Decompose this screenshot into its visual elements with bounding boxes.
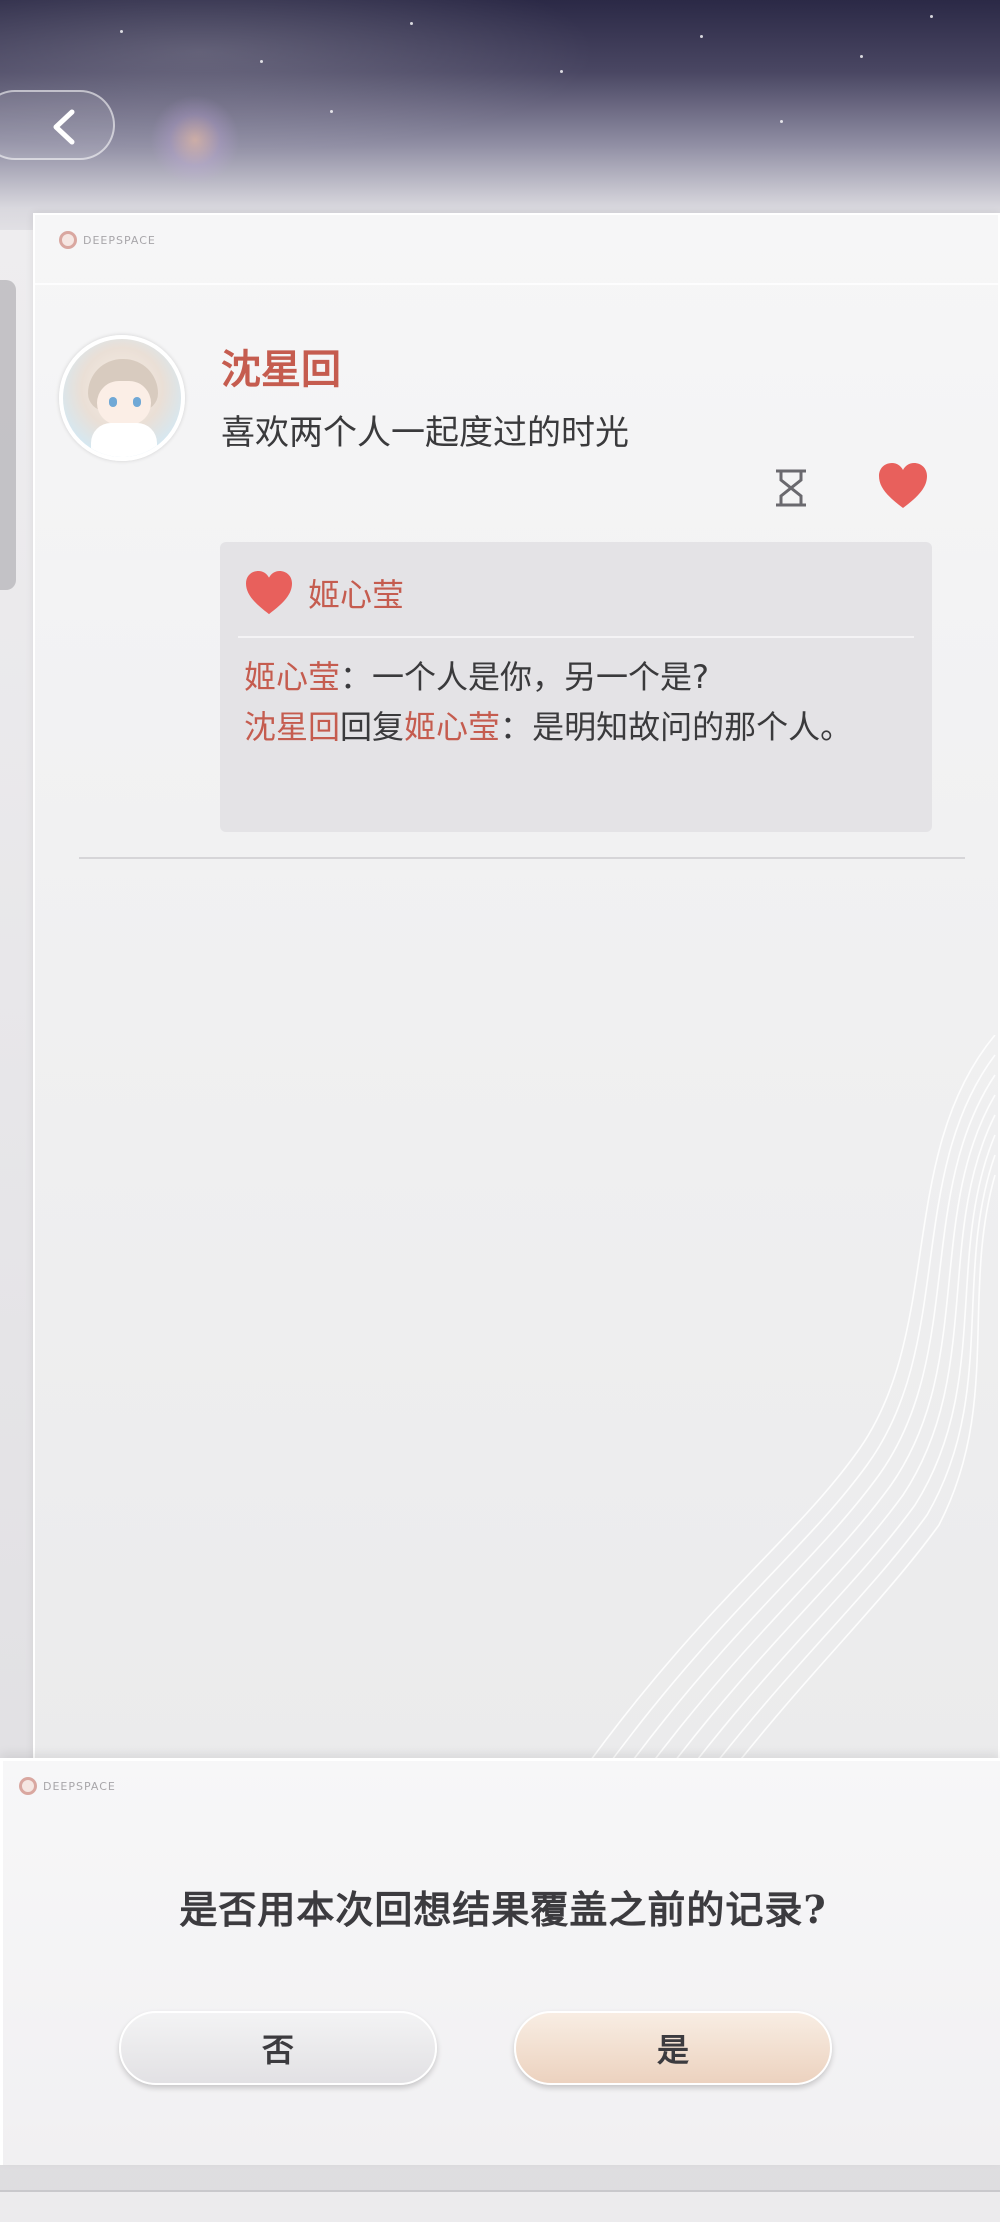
- reply-to-name[interactable]: 姬心莹: [404, 708, 500, 746]
- comment-separator: ：: [500, 708, 533, 746]
- yes-button[interactable]: 是: [514, 2011, 832, 2085]
- comment-item[interactable]: 沈星回回复姬心莹：是明知故问的那个人。: [244, 702, 914, 752]
- likes-row: 姬心莹: [244, 570, 404, 616]
- liker-name[interactable]: 姬心莹: [308, 570, 404, 616]
- side-drawer-handle[interactable]: [0, 280, 16, 590]
- chevron-left-icon: [53, 109, 75, 145]
- post-card: DEEPSPACE 沈星回 喜欢两个人一起度过的时光 姬心莹 姬心莹：一个人是你…: [33, 213, 1000, 1935]
- heart-icon: [246, 570, 292, 615]
- bottom-edge-bar: [0, 2190, 1000, 2222]
- back-button[interactable]: [0, 90, 115, 160]
- confirm-dialog: DEEPSPACE 是否用本次回想结果覆盖之前的记录? 否 是: [0, 1758, 1000, 2165]
- brand-logo-icon: [19, 1777, 37, 1795]
- comment-text: 一个人是你，另一个是?: [372, 658, 710, 696]
- brand-logo-icon: [59, 231, 77, 249]
- avatar[interactable]: [59, 335, 185, 461]
- comment-section: 姬心莹 姬心莹：一个人是你，另一个是? 沈星回回复姬心莹：是明知故问的那个人。: [220, 542, 932, 832]
- brand-text: DEEPSPACE: [43, 1779, 116, 1793]
- dialog-title: 是否用本次回想结果覆盖之前的记录?: [179, 1887, 827, 1932]
- comment-item[interactable]: 姬心莹：一个人是你，另一个是?: [244, 652, 914, 702]
- lens-flare: [150, 95, 240, 185]
- hourglass-icon[interactable]: [773, 468, 809, 512]
- brand-mark: DEEPSPACE: [19, 1777, 116, 1795]
- card-header-divider: [35, 283, 998, 285]
- post-text: 喜欢两个人一起度过的时光: [221, 413, 629, 453]
- comment-author[interactable]: 沈星回: [244, 708, 340, 746]
- comment-separator: ：: [340, 658, 373, 696]
- comment-author[interactable]: 姬心莹: [244, 658, 340, 696]
- heart-icon[interactable]: [877, 462, 929, 514]
- post-divider: [79, 857, 965, 859]
- reply-word: 回复: [340, 708, 405, 746]
- post-author[interactable]: 沈星回: [221, 337, 341, 395]
- brand-mark: DEEPSPACE: [59, 231, 156, 249]
- no-button[interactable]: 否: [119, 2011, 437, 2085]
- comment-text: 是明知故问的那个人。: [532, 708, 853, 746]
- brand-text: DEEPSPACE: [83, 233, 156, 247]
- comment-divider: [238, 636, 914, 638]
